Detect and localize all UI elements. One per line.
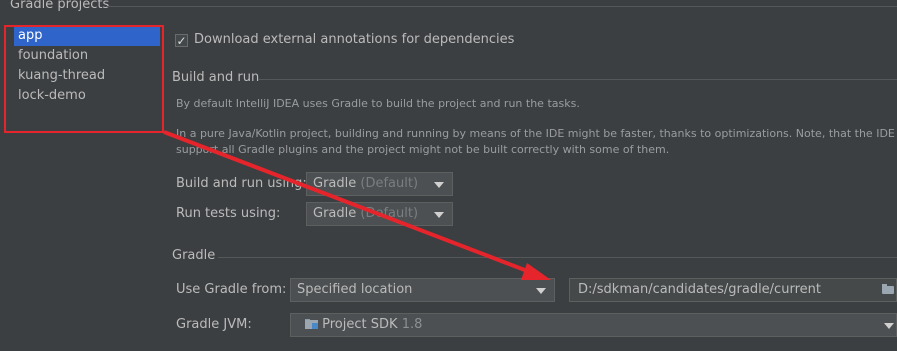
annotation-arrow [163,130,551,280]
